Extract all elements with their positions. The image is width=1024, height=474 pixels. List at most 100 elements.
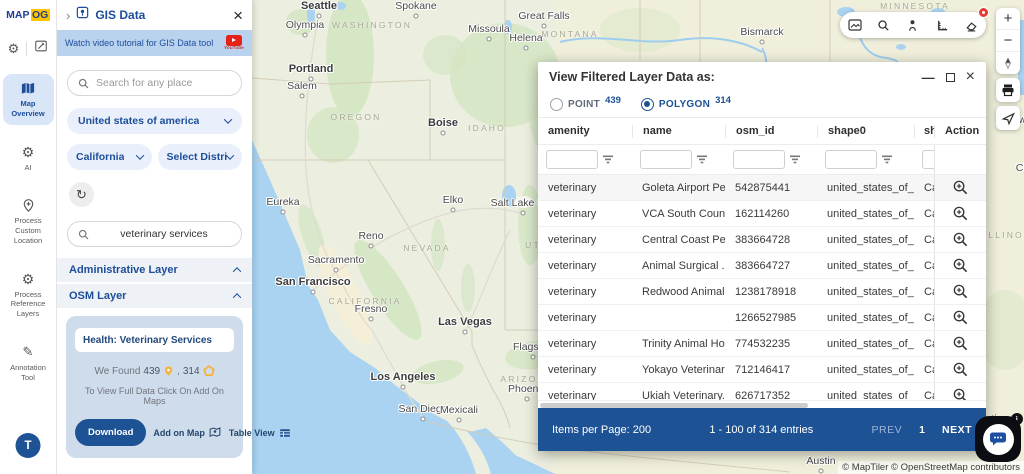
maximize-icon[interactable] bbox=[945, 72, 955, 82]
window-title: View Filtered Layer Data as: bbox=[549, 70, 715, 84]
scrollbar-thumb[interactable] bbox=[540, 402, 808, 408]
section-administrative-layer[interactable]: Administrative Layer bbox=[57, 258, 252, 282]
sidebar-item-annotation-tool[interactable]: ✎ Annotation Tool bbox=[3, 338, 54, 389]
osm-layer-card: We Found 439 , 314 To View Full Data Cli… bbox=[66, 316, 290, 458]
country-select[interactable]: United states of america bbox=[67, 108, 242, 134]
table-view-button[interactable]: Table View bbox=[229, 427, 292, 439]
user-avatar[interactable]: T bbox=[15, 433, 41, 458]
region-selects: California Select Districts bbox=[67, 144, 242, 170]
table-row[interactable]: veterinary VCA South Count... 162114260 uni… bbox=[538, 201, 986, 227]
basemap-button[interactable] bbox=[845, 15, 865, 35]
filter-funnel-icon[interactable] bbox=[790, 151, 800, 169]
print-button[interactable] bbox=[996, 78, 1020, 102]
filter-input-shape0[interactable] bbox=[825, 150, 877, 169]
eraser-button[interactable] bbox=[961, 15, 981, 35]
locate-button[interactable] bbox=[996, 106, 1020, 130]
search-tool-button[interactable] bbox=[874, 15, 894, 35]
zoom-to-feature-button[interactable] bbox=[952, 387, 969, 400]
radio-point[interactable]: POINT 439 bbox=[550, 95, 621, 111]
zoom-to-feature-button[interactable] bbox=[952, 335, 969, 352]
settings-icon[interactable]: ⚙ bbox=[8, 42, 20, 55]
table-row[interactable]: veterinary Goleta Airport Pe... 542875441 u… bbox=[538, 175, 986, 201]
radio-label: POINT bbox=[568, 99, 601, 110]
chevron-up-icon bbox=[232, 267, 242, 276]
column-header-osm-id[interactable]: osm_id bbox=[725, 124, 817, 138]
column-header-shape0[interactable]: shape0 bbox=[817, 124, 914, 138]
state-select[interactable]: California bbox=[67, 144, 152, 170]
current-page-button[interactable]: 1 bbox=[919, 424, 925, 436]
zoom-to-feature-button[interactable] bbox=[952, 257, 969, 274]
column-header-name[interactable]: name bbox=[632, 124, 725, 138]
feedback-icon[interactable] bbox=[34, 39, 48, 58]
cell-action bbox=[934, 253, 986, 278]
radio-count: 439 bbox=[605, 95, 621, 106]
table-row[interactable]: veterinary Ukiah Veterinary... 626717352 un… bbox=[538, 383, 986, 400]
app-root: Seattle Olympia Spokane Great Falls Missoula… bbox=[0, 0, 1024, 474]
zoom-to-feature-button[interactable] bbox=[952, 231, 969, 248]
video-tutorial-banner[interactable]: Watch video tutorial for GIS Data tool Y… bbox=[57, 30, 252, 56]
sidebar-item-process-reference-layers[interactable]: ⚙ Process Reference Layers bbox=[3, 265, 54, 325]
osm-card-actions: Download Add on Map Table View bbox=[75, 419, 290, 446]
close-icon[interactable]: × bbox=[966, 69, 975, 85]
table-row[interactable]: veterinary 1266527985 united_states_of_...… bbox=[538, 305, 986, 331]
sidebar-item-map-overview[interactable]: Map Overview bbox=[2, 74, 54, 125]
layer-name-input[interactable] bbox=[83, 334, 226, 346]
filter-input-name[interactable] bbox=[640, 150, 692, 169]
cell-name: Redwood Animal... bbox=[642, 285, 725, 298]
compass-button[interactable] bbox=[996, 52, 1020, 74]
table-row[interactable]: veterinary Central Coast Pet... 383664728 u… bbox=[538, 227, 986, 253]
zoom-out-button[interactable]: − bbox=[996, 30, 1020, 52]
filter-input-amenity[interactable] bbox=[546, 150, 598, 169]
column-header-sh[interactable]: sh bbox=[914, 124, 934, 138]
filter-input-osm-id[interactable] bbox=[733, 150, 785, 169]
measure-button[interactable] bbox=[932, 15, 952, 35]
refresh-button[interactable]: ↻ bbox=[69, 182, 94, 207]
cell-shape0: united_states_of_... bbox=[827, 337, 914, 350]
table-row[interactable]: veterinary Trinity Animal Ho... 774532235 u… bbox=[538, 331, 986, 357]
radio-polygon-circle[interactable] bbox=[640, 98, 654, 111]
sidebar-item-process-custom-location[interactable]: Process Custom Location bbox=[3, 191, 54, 251]
districts-select[interactable]: Select Districts bbox=[157, 144, 242, 170]
street-view-button[interactable] bbox=[903, 15, 923, 35]
radio-polygon[interactable]: POLYGON 314 bbox=[640, 95, 731, 111]
zoom-to-feature-button[interactable] bbox=[952, 179, 969, 196]
zoom-to-feature-button[interactable] bbox=[952, 283, 969, 300]
horizontal-scrollbar[interactable] bbox=[538, 400, 986, 408]
close-panel-icon[interactable]: × bbox=[233, 7, 243, 24]
search-icon bbox=[78, 229, 89, 239]
collapse-chevron[interactable]: › bbox=[66, 9, 70, 22]
table-row[interactable]: veterinary Yokayo Veterinar... 712146417 un… bbox=[538, 357, 986, 383]
section-osm-layer[interactable]: OSM Layer bbox=[57, 284, 252, 308]
next-page-button[interactable]: NEXT bbox=[942, 424, 972, 436]
chat-widget-button[interactable] bbox=[975, 416, 1021, 462]
cell-sh: Ca bbox=[924, 181, 934, 194]
table-row[interactable]: veterinary Animal Surgical ... 383664727 un… bbox=[538, 253, 986, 279]
filter-funnel-icon[interactable] bbox=[603, 151, 613, 169]
map-attribution: © MapTiler © OpenStreetMap contributors bbox=[838, 461, 1024, 474]
filter-funnel-icon[interactable] bbox=[697, 151, 707, 169]
zoom-to-feature-button[interactable] bbox=[952, 361, 969, 378]
column-header-amenity[interactable]: amenity bbox=[538, 125, 632, 138]
zoom-to-feature-button[interactable] bbox=[952, 205, 969, 222]
keyword-search-input[interactable] bbox=[96, 228, 232, 240]
cell-osm_id: 1238178918 bbox=[735, 285, 797, 298]
panel-title: GIS Data bbox=[95, 8, 146, 22]
radio-point-circle[interactable] bbox=[550, 98, 563, 111]
filter-funnel-icon[interactable] bbox=[882, 151, 892, 169]
sidebar-item-ai[interactable]: ⚙ AI bbox=[3, 138, 54, 179]
place-search-input[interactable] bbox=[96, 77, 232, 89]
mapog-logo[interactable]: MAP OG bbox=[6, 9, 50, 21]
prev-page-button[interactable]: PREV bbox=[872, 424, 903, 436]
table-row[interactable]: veterinary Redwood Animal... 1238178918 uni… bbox=[538, 279, 986, 305]
youtube-icon[interactable]: YouTube bbox=[224, 35, 244, 51]
zoom-to-feature-button[interactable] bbox=[952, 309, 969, 326]
cell-sh: Ca bbox=[924, 311, 934, 324]
logo-og-text: OG bbox=[30, 9, 50, 21]
layer-name-field bbox=[75, 328, 234, 352]
filter-input-sh[interactable] bbox=[922, 150, 934, 169]
download-button[interactable]: Download bbox=[75, 419, 147, 446]
cell-action bbox=[934, 227, 986, 252]
zoom-in-button[interactable]: + bbox=[996, 8, 1020, 30]
minimize-icon[interactable]: — bbox=[922, 70, 935, 85]
add-on-map-button[interactable]: Add on Map bbox=[153, 426, 222, 439]
